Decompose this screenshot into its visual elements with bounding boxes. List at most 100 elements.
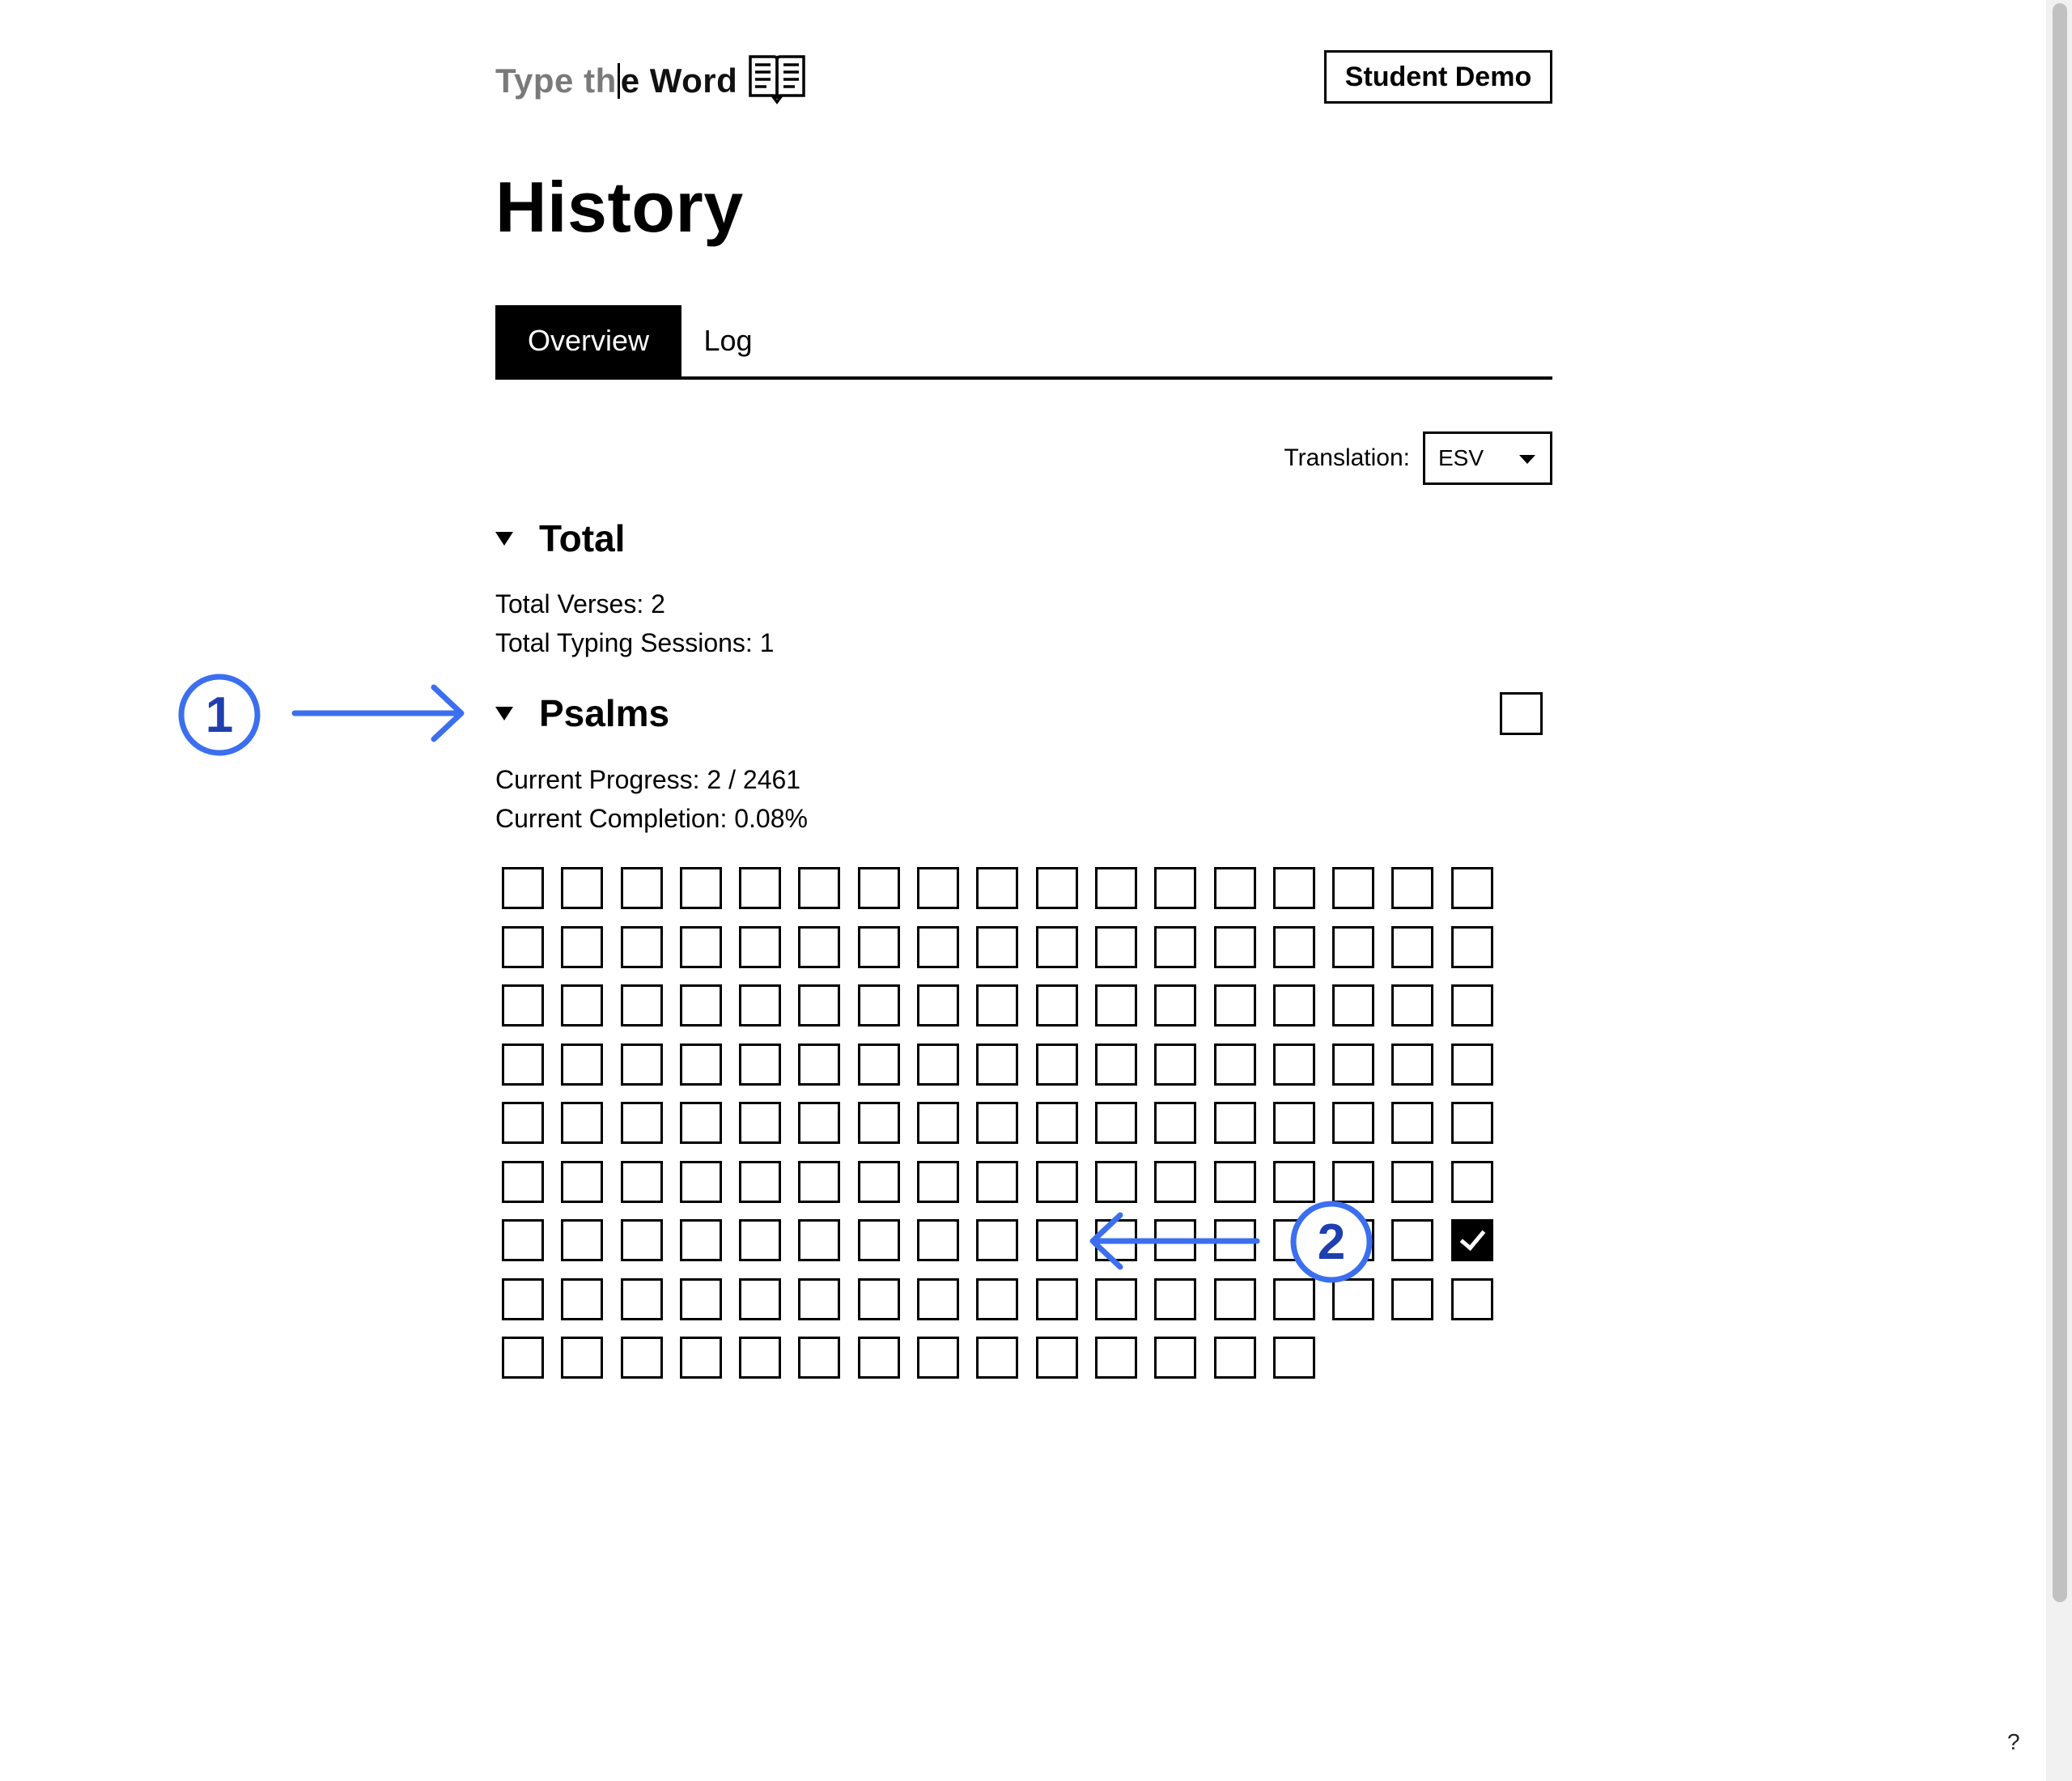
chapter-checkbox[interactable]: [561, 925, 604, 968]
chapter-checkbox[interactable]: [917, 984, 960, 1027]
chapter-checkbox[interactable]: [1035, 925, 1078, 968]
chapter-checkbox[interactable]: [1094, 1102, 1137, 1144]
chapter-checkbox[interactable]: [739, 984, 782, 1027]
chapter-checkbox[interactable]: [857, 1043, 900, 1086]
chapter-checkbox[interactable]: [502, 1160, 544, 1203]
chapter-checkbox[interactable]: [976, 925, 1019, 968]
chapter-checkbox[interactable]: [1154, 1043, 1197, 1086]
chapter-checkbox[interactable]: [561, 1160, 604, 1203]
chapter-checkbox[interactable]: [1450, 1160, 1493, 1203]
chapter-checkbox[interactable]: [679, 1043, 722, 1086]
chapter-checkbox[interactable]: [798, 1277, 841, 1320]
chapter-checkbox[interactable]: [679, 1219, 722, 1261]
chapter-checkbox[interactable]: [917, 867, 960, 909]
app-logo[interactable]: Type th e Word: [495, 50, 807, 112]
chapter-checkbox[interactable]: [857, 1102, 900, 1144]
chapter-checkbox[interactable]: [502, 867, 544, 909]
chapter-checkbox[interactable]: [917, 1219, 960, 1261]
chapter-checkbox[interactable]: [739, 1337, 782, 1379]
scrollbar-thumb[interactable]: [2053, 3, 2067, 1602]
chapter-checkbox[interactable]: [1391, 1277, 1434, 1320]
chapter-checkbox[interactable]: [561, 1277, 604, 1320]
chapter-checkbox[interactable]: [739, 1043, 782, 1086]
chapter-checkbox[interactable]: [976, 867, 1019, 909]
chapter-checkbox[interactable]: [857, 1337, 900, 1379]
translation-select[interactable]: ESV: [1423, 431, 1552, 485]
chapter-checkbox[interactable]: [1035, 1102, 1078, 1144]
chapter-checkbox[interactable]: [1094, 867, 1137, 909]
chapter-checkbox[interactable]: [1450, 1043, 1493, 1086]
chapter-checkbox[interactable]: [1391, 1160, 1434, 1203]
chapter-checkbox[interactable]: [502, 1102, 544, 1144]
chapter-checkbox[interactable]: [798, 1102, 841, 1144]
chapter-checkbox[interactable]: [976, 1160, 1019, 1203]
chapter-checkbox[interactable]: [1272, 1043, 1315, 1086]
chapter-checkbox[interactable]: [976, 1102, 1019, 1144]
chapter-checkbox[interactable]: [679, 1337, 722, 1379]
chapter-checkbox[interactable]: [1213, 984, 1256, 1027]
chapter-checkbox[interactable]: [620, 925, 663, 968]
chapter-checkbox[interactable]: [1391, 925, 1434, 968]
chapter-checkbox[interactable]: [502, 984, 544, 1027]
chapter-checkbox[interactable]: [1035, 1337, 1078, 1379]
chapter-checkbox[interactable]: [1272, 867, 1315, 909]
chapter-checkbox[interactable]: [561, 1337, 604, 1379]
chapter-checkbox[interactable]: [1391, 1043, 1434, 1086]
chapter-checkbox[interactable]: [620, 1277, 663, 1320]
chapter-checkbox[interactable]: [1332, 1160, 1375, 1203]
chapter-checkbox[interactable]: [976, 984, 1019, 1027]
chapter-checkbox[interactable]: [857, 1277, 900, 1320]
chapter-checkbox[interactable]: [1154, 1160, 1197, 1203]
chapter-checkbox[interactable]: [976, 1043, 1019, 1086]
chapter-checkbox[interactable]: [1332, 1102, 1375, 1144]
chapter-checkbox[interactable]: [739, 867, 782, 909]
chapter-checkbox[interactable]: [798, 1160, 841, 1203]
chapter-checkbox[interactable]: [679, 925, 722, 968]
chapter-checkbox[interactable]: [857, 984, 900, 1027]
chapter-checkbox[interactable]: [502, 1219, 544, 1261]
chapter-checkbox[interactable]: [679, 1160, 722, 1203]
chapter-checkbox[interactable]: [1094, 1160, 1137, 1203]
chapter-checkbox[interactable]: [620, 1160, 663, 1203]
chapter-checkbox[interactable]: [1391, 1102, 1434, 1144]
book-section-toggle[interactable]: Psalms: [495, 691, 669, 735]
chapter-checkbox[interactable]: [1391, 1219, 1434, 1261]
chapter-checkbox[interactable]: [620, 1043, 663, 1086]
tab-log[interactable]: Log: [681, 305, 775, 376]
chapter-checkbox[interactable]: [1094, 984, 1137, 1027]
chapter-checkbox[interactable]: [1094, 925, 1137, 968]
chapter-checkbox[interactable]: [561, 867, 604, 909]
chapter-checkbox[interactable]: [561, 984, 604, 1027]
chapter-checkbox[interactable]: [917, 1160, 960, 1203]
chapter-checkbox[interactable]: [620, 1102, 663, 1144]
chapter-checkbox[interactable]: [857, 925, 900, 968]
chapter-checkbox[interactable]: [1035, 1160, 1078, 1203]
chapter-checkbox[interactable]: [1332, 925, 1375, 968]
chapter-checkbox[interactable]: [1154, 867, 1197, 909]
chapter-checkbox[interactable]: [798, 1043, 841, 1086]
chapter-checkbox[interactable]: [739, 925, 782, 968]
chapter-checkbox[interactable]: [857, 1219, 900, 1261]
chapter-checkbox[interactable]: [1272, 1160, 1315, 1203]
chapter-checkbox[interactable]: [620, 867, 663, 909]
chapter-checkbox[interactable]: [561, 1219, 604, 1261]
chapter-checkbox-completed[interactable]: [1450, 1219, 1493, 1261]
chapter-checkbox[interactable]: [620, 1337, 663, 1379]
chapter-checkbox[interactable]: [502, 925, 544, 968]
chapter-checkbox[interactable]: [1094, 1277, 1137, 1320]
chapter-checkbox[interactable]: [502, 1337, 544, 1379]
chapter-checkbox[interactable]: [1154, 984, 1197, 1027]
chapter-checkbox[interactable]: [1450, 1277, 1493, 1320]
chapter-checkbox[interactable]: [679, 1102, 722, 1144]
chapter-checkbox[interactable]: [561, 1102, 604, 1144]
book-complete-checkbox[interactable]: [1500, 692, 1543, 735]
chapter-checkbox[interactable]: [857, 1160, 900, 1203]
chapter-checkbox[interactable]: [1332, 867, 1375, 909]
chapter-checkbox[interactable]: [679, 984, 722, 1027]
chapter-checkbox[interactable]: [502, 1277, 544, 1320]
chapter-checkbox[interactable]: [1154, 1277, 1197, 1320]
chapter-checkbox[interactable]: [1391, 867, 1434, 909]
total-section-toggle[interactable]: Total: [495, 516, 625, 560]
student-demo-button[interactable]: Student Demo: [1324, 50, 1552, 104]
chapter-checkbox[interactable]: [739, 1102, 782, 1144]
